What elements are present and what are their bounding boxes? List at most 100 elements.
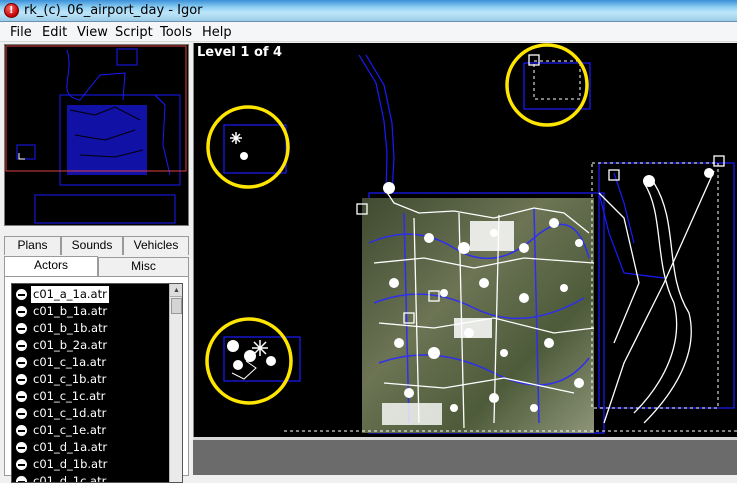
tab-panel: Plans Sounds Vehicles Actors Misc c01_a_… [4,236,189,483]
tab-sounds[interactable]: Sounds [61,236,123,255]
list-item[interactable]: c01_b_1a.atr [12,303,172,320]
map-node [575,239,583,247]
actors-tab-content: c01_a_1a.atr c01_b_1a.atr c01_b_1b.atr c… [4,276,189,483]
minimap-road [154,94,171,176]
map-node [574,378,584,388]
map-node [383,182,395,194]
menu-script[interactable]: Script [115,25,153,40]
app-icon-glyph: ! [9,5,14,16]
actor-label: c01_b_2a.atr [33,338,108,352]
actor-label: c01_b_1b.atr [33,321,108,335]
menu-tools[interactable]: Tools [160,25,192,40]
route-outline [598,192,665,279]
actor-label: c01_c_1d.atr [33,406,107,420]
actor-icon [16,442,27,453]
map-node [549,218,559,228]
marker-square [713,155,725,167]
menu-help[interactable]: Help [202,25,232,40]
actor-marker [266,356,276,366]
map-node [643,175,655,187]
actor-label: c01_c_1a.atr [33,355,107,369]
tab-plans[interactable]: Plans [4,236,61,255]
list-item[interactable]: c01_d_1b.atr [12,456,172,473]
white-route-c [603,170,715,424]
minimap-path [66,49,126,101]
building-block-3 [382,403,442,425]
list-item[interactable]: c01_c_1d.atr [12,405,172,422]
zone-outline-left-top [223,124,287,174]
tab-misc[interactable]: Misc [98,257,189,276]
actor-icon [16,289,27,300]
actor-icon [16,425,27,436]
actor-list[interactable]: c01_a_1a.atr c01_b_1a.atr c01_b_1b.atr c… [11,283,183,483]
menu-bar: File Edit View Script Tools Help [0,22,737,42]
map-node [530,404,538,412]
actor-icon [16,476,27,482]
map-node [394,338,404,348]
actor-list-scrollbar[interactable]: ▲ [169,284,182,482]
map-node [450,404,458,412]
list-item[interactable]: c01_c_1e.atr [12,422,172,439]
building-block-1 [470,221,514,251]
window-title: rk_(c)_06_airport_day - Igor [24,3,203,18]
actor-marker [240,152,248,160]
minimap[interactable] [4,44,189,226]
actor-icon [16,374,27,385]
actor-marker [227,340,239,352]
minimap-zone-left [16,144,36,160]
map-node [560,284,568,292]
map-node [704,168,714,178]
list-item[interactable]: c01_d_1a.atr [12,439,172,456]
map-node [404,388,414,398]
highlight-circle-left-top [206,105,290,189]
menu-edit[interactable]: Edit [42,25,67,40]
white-route-b [643,182,692,424]
minimap-marker [18,153,25,160]
list-item[interactable]: c01_a_1a.atr [12,286,172,303]
actor-icon [16,408,27,419]
highlight-circle-top-right [505,43,589,127]
actor-label: c01_c_1c.atr [33,389,106,403]
actor-label: c01_c_1b.atr [33,372,107,386]
list-item[interactable]: c01_c_1b.atr [12,371,172,388]
white-route-a [633,182,678,414]
map-viewport[interactable]: Level 1 of 4 [193,43,737,437]
map-node [458,242,470,254]
actor-icon [16,357,27,368]
actor-marker [233,360,243,370]
list-item[interactable]: c01_c_1a.atr [12,354,172,371]
map-drawing [205,43,737,434]
map-node [428,347,440,359]
menu-view[interactable]: View [77,25,108,40]
actor-label: c01_c_1e.atr [33,423,107,437]
actor-icon [16,459,27,470]
list-item[interactable]: c01_b_1b.atr [12,320,172,337]
minimap-map-fill [67,105,147,175]
list-item[interactable]: c01_c_1c.atr [12,388,172,405]
minimap-zone-top [116,48,138,66]
menu-file[interactable]: File [10,25,32,40]
map-node [544,338,554,348]
app-icon[interactable]: ! [4,3,19,18]
road-outline-a [358,54,388,194]
map-node [489,393,499,403]
list-item[interactable]: c01_b_2a.atr [12,337,172,354]
actor-marker [244,350,256,362]
actor-icon [16,323,27,334]
level-label: Level 1 of 4 [197,45,283,60]
scroll-thumb[interactable] [171,298,182,314]
map-node [389,278,399,288]
map-node [479,278,489,288]
actor-icon [16,340,27,351]
tab-actors[interactable]: Actors [4,256,98,276]
actor-icon [16,306,27,317]
igor-window: ! rk_(c)_06_airport_day - Igor File Edit… [0,0,737,483]
scroll-up-arrow-icon[interactable]: ▲ [170,284,182,297]
dashed-zone-top [533,60,581,100]
actor-label: c01_d_1b.atr [33,457,108,471]
dashed-zone-right [591,162,719,409]
map-node [440,289,448,297]
tab-vehicles[interactable]: Vehicles [123,236,189,255]
title-bar[interactable]: ! rk_(c)_06_airport_day - Igor [0,0,737,22]
actor-label: c01_b_1a.atr [33,304,108,318]
